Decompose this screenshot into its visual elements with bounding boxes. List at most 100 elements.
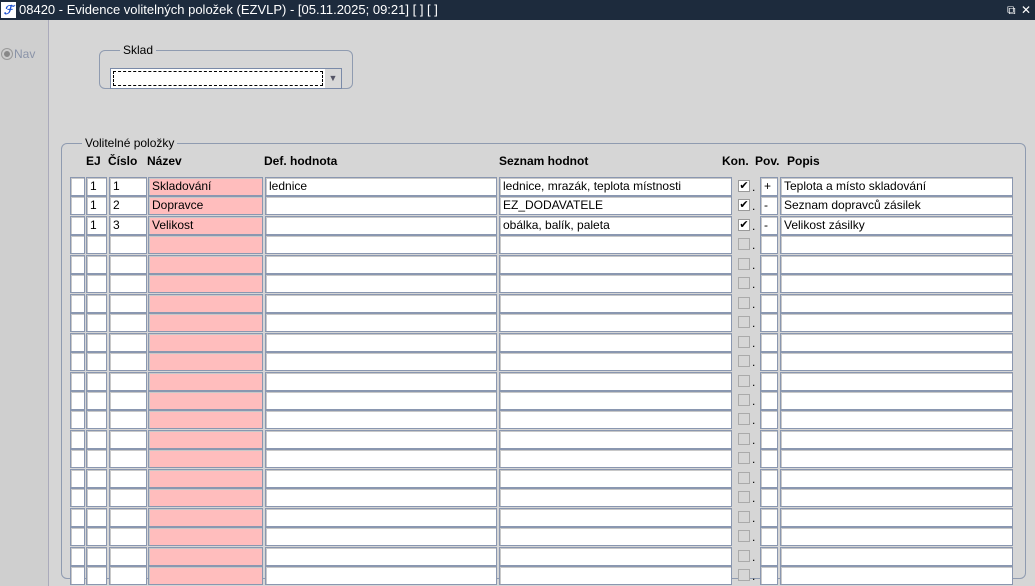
pov-field[interactable] [760, 274, 778, 294]
popis-field[interactable] [780, 352, 1013, 372]
kon-checkbox[interactable] [738, 510, 750, 523]
def-field[interactable] [265, 332, 497, 352]
row-selector[interactable] [70, 546, 85, 566]
row-selector[interactable] [70, 527, 85, 547]
cislo-field[interactable] [109, 254, 147, 274]
cislo-field[interactable]: 2 [109, 196, 147, 216]
seznam-field[interactable]: EZ_DODAVATELE [499, 196, 732, 216]
pov-field[interactable] [760, 546, 778, 566]
def-field[interactable] [265, 196, 497, 216]
seznam-field[interactable] [499, 410, 732, 430]
popis-field[interactable]: Teplota a místo skladování [780, 177, 1013, 196]
def-field[interactable] [265, 488, 497, 508]
pov-field[interactable] [760, 371, 778, 391]
pov-field[interactable] [760, 235, 778, 255]
cislo-field[interactable] [109, 468, 147, 488]
nazev-field[interactable] [148, 429, 263, 449]
ej-field[interactable]: 1 [86, 196, 107, 216]
seznam-field[interactable]: obálka, balík, paleta [499, 215, 732, 235]
def-field[interactable] [265, 235, 497, 255]
popis-field[interactable] [780, 313, 1013, 333]
popis-field[interactable] [780, 293, 1013, 313]
kon-checkbox[interactable] [738, 355, 750, 368]
def-field[interactable] [265, 566, 497, 585]
cislo-field[interactable] [109, 507, 147, 527]
def-field[interactable] [265, 215, 497, 235]
seznam-field[interactable] [499, 390, 732, 410]
def-field[interactable] [265, 449, 497, 469]
kon-checkbox[interactable] [738, 413, 750, 426]
seznam-field[interactable] [499, 507, 732, 527]
row-selector[interactable] [70, 390, 85, 410]
popis-field[interactable] [780, 274, 1013, 294]
close-icon[interactable]: ✕ [1021, 0, 1031, 20]
seznam-field[interactable] [499, 566, 732, 585]
cislo-field[interactable] [109, 449, 147, 469]
nazev-field[interactable] [148, 293, 263, 313]
ej-field[interactable]: 1 [86, 215, 107, 235]
nazev-field[interactable]: Skladování [148, 177, 263, 196]
nazev-field[interactable]: Velikost [148, 215, 263, 235]
cislo-field[interactable]: 3 [109, 215, 147, 235]
ej-field[interactable] [86, 468, 107, 488]
nazev-field[interactable] [148, 371, 263, 391]
nazev-field[interactable] [148, 235, 263, 255]
popis-field[interactable] [780, 371, 1013, 391]
nazev-field[interactable] [148, 390, 263, 410]
row-selector[interactable] [70, 196, 85, 216]
cislo-field[interactable] [109, 546, 147, 566]
row-selector[interactable] [70, 410, 85, 430]
ej-field[interactable] [86, 332, 107, 352]
ej-field[interactable] [86, 566, 107, 585]
cislo-field[interactable] [109, 274, 147, 294]
row-selector[interactable] [70, 254, 85, 274]
cislo-field[interactable] [109, 527, 147, 547]
nazev-field[interactable] [148, 488, 263, 508]
def-field[interactable] [265, 371, 497, 391]
def-field[interactable] [265, 352, 497, 372]
row-selector[interactable] [70, 468, 85, 488]
nazev-field[interactable] [148, 254, 263, 274]
row-selector[interactable] [70, 449, 85, 469]
seznam-field[interactable] [499, 468, 732, 488]
ej-field[interactable] [86, 449, 107, 469]
ej-field[interactable] [86, 507, 107, 527]
kon-checkbox[interactable] [738, 335, 750, 348]
nazev-field[interactable] [148, 410, 263, 430]
pov-field[interactable] [760, 390, 778, 410]
def-field[interactable] [265, 390, 497, 410]
nazev-field[interactable] [148, 468, 263, 488]
row-selector[interactable] [70, 429, 85, 449]
row-selector[interactable] [70, 507, 85, 527]
def-field[interactable] [265, 507, 497, 527]
kon-checkbox[interactable] [738, 530, 750, 543]
cislo-field[interactable] [109, 293, 147, 313]
popis-field[interactable] [780, 546, 1013, 566]
nazev-field[interactable] [148, 527, 263, 547]
row-selector[interactable] [70, 488, 85, 508]
ej-field[interactable] [86, 527, 107, 547]
cislo-field[interactable] [109, 313, 147, 333]
seznam-field[interactable] [499, 293, 732, 313]
kon-checkbox[interactable] [738, 277, 750, 290]
pov-field[interactable] [760, 410, 778, 430]
nazev-field[interactable] [148, 507, 263, 527]
popis-field[interactable] [780, 410, 1013, 430]
kon-checkbox[interactable] [738, 471, 750, 484]
row-selector[interactable] [70, 274, 85, 294]
popis-field[interactable] [780, 332, 1013, 352]
pov-field[interactable] [760, 488, 778, 508]
row-selector[interactable] [70, 566, 85, 585]
popis-field[interactable]: Velikost zásilky [780, 215, 1013, 235]
sklad-select[interactable]: ▼ [110, 68, 342, 89]
kon-checkbox[interactable]: ✔ [738, 199, 750, 212]
seznam-field[interactable] [499, 371, 732, 391]
popis-field[interactable] [780, 254, 1013, 274]
chevron-down-icon[interactable]: ▼ [325, 69, 341, 88]
popis-field[interactable] [780, 507, 1013, 527]
ej-field[interactable] [86, 254, 107, 274]
kon-checkbox[interactable]: ✔ [738, 218, 750, 231]
ej-field[interactable] [86, 371, 107, 391]
pov-field[interactable] [760, 429, 778, 449]
popis-field[interactable] [780, 429, 1013, 449]
